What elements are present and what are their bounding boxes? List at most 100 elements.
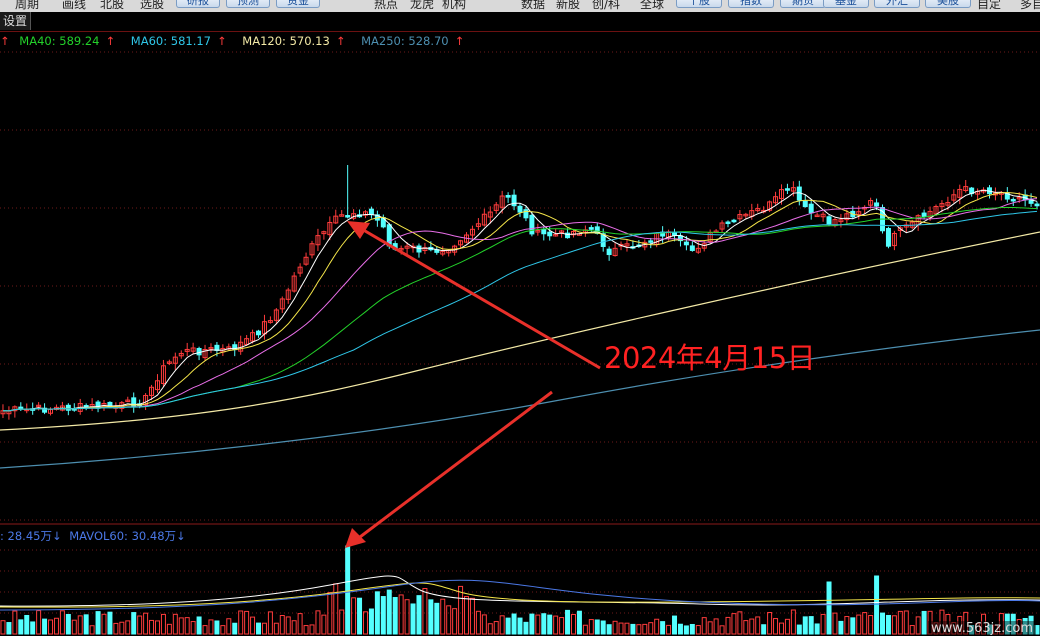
candle-body bbox=[345, 215, 351, 218]
volume-bar bbox=[149, 619, 155, 635]
volume-bar bbox=[107, 611, 113, 635]
volume-bar bbox=[773, 618, 779, 635]
volume-bar bbox=[582, 624, 588, 635]
volume-bar bbox=[291, 620, 297, 635]
candle-body bbox=[731, 219, 737, 223]
volume-bar bbox=[368, 608, 374, 635]
candle-body bbox=[802, 200, 808, 208]
volume-bar bbox=[297, 613, 303, 635]
candle-body bbox=[1010, 198, 1016, 202]
volume-bar bbox=[660, 621, 666, 635]
volume-bar bbox=[856, 614, 862, 635]
volume-bar bbox=[737, 611, 743, 635]
candle-body bbox=[784, 188, 790, 191]
volume-bar bbox=[303, 625, 309, 635]
candle-body bbox=[826, 216, 832, 225]
volume-bar bbox=[535, 614, 541, 635]
volume-bar bbox=[65, 613, 71, 635]
volume-bar bbox=[422, 588, 428, 635]
volume-bar bbox=[885, 614, 891, 635]
volume-bar bbox=[707, 621, 713, 635]
volume-bar bbox=[428, 599, 434, 635]
volume-bar bbox=[517, 617, 523, 635]
volume-bar bbox=[178, 617, 184, 635]
candle-body bbox=[874, 202, 880, 207]
volume-bar bbox=[113, 622, 119, 635]
volume-bar bbox=[357, 597, 363, 635]
volume-bar bbox=[232, 622, 238, 635]
volume-bar bbox=[416, 595, 422, 635]
volume-bar bbox=[0, 620, 6, 635]
volume-bar bbox=[909, 625, 915, 635]
volume-bar bbox=[458, 585, 464, 635]
candle-body bbox=[648, 240, 654, 243]
volume-bar bbox=[125, 620, 131, 635]
volume-bar bbox=[541, 613, 547, 635]
volume-bar bbox=[24, 614, 30, 635]
volume-bar bbox=[362, 611, 368, 635]
volume-bar bbox=[196, 616, 202, 635]
volume-bar bbox=[701, 617, 707, 635]
volume-bar bbox=[624, 622, 630, 635]
annotation-arrow bbox=[359, 226, 601, 370]
volume-bar bbox=[570, 613, 576, 635]
volume-bar bbox=[190, 621, 196, 635]
volume-bar bbox=[315, 610, 321, 635]
candle-body bbox=[921, 212, 927, 218]
date-annotation: 2024年4月15日 bbox=[604, 341, 816, 375]
volume-bar bbox=[6, 622, 12, 635]
candle-body bbox=[368, 208, 374, 216]
volume-bar bbox=[903, 610, 909, 635]
volume-bar bbox=[553, 615, 559, 635]
volume-bar bbox=[89, 625, 95, 635]
volume-bar bbox=[719, 625, 725, 635]
volume-bar bbox=[154, 620, 160, 635]
volume-bar bbox=[689, 623, 695, 635]
volume-bar bbox=[214, 620, 220, 635]
volume-bar bbox=[53, 617, 59, 635]
candle-body bbox=[725, 221, 731, 225]
volume-bar bbox=[874, 575, 880, 635]
volume-bar bbox=[820, 613, 826, 635]
volume-bar bbox=[749, 618, 755, 635]
volume-bar bbox=[487, 623, 493, 635]
volume-bar bbox=[891, 615, 897, 635]
volume-bar bbox=[244, 610, 250, 635]
volume-bar bbox=[868, 615, 874, 635]
volume-bar bbox=[523, 621, 529, 635]
candle-body bbox=[256, 330, 262, 336]
volume-bar bbox=[778, 622, 784, 635]
volume-bar bbox=[434, 602, 440, 635]
volume-bar bbox=[666, 624, 672, 635]
candle-body bbox=[505, 195, 511, 198]
volume-bar bbox=[95, 611, 101, 635]
volume-bar bbox=[143, 612, 149, 635]
candle-body bbox=[511, 194, 517, 207]
candle-body bbox=[689, 245, 695, 251]
volume-bar bbox=[594, 619, 600, 635]
volume-bar bbox=[42, 618, 48, 635]
candle-body bbox=[588, 227, 594, 230]
ma250-line bbox=[0, 329, 1040, 469]
arrowhead-icon bbox=[345, 528, 366, 548]
volume-bar bbox=[321, 614, 327, 635]
volume-legend: : 28.45万↓ MAVOL60: 30.48万↓ bbox=[0, 527, 186, 545]
annotation-arrow bbox=[355, 390, 553, 542]
candle-body bbox=[416, 245, 422, 253]
volume-bar bbox=[469, 597, 475, 635]
volume-bar bbox=[505, 617, 511, 635]
volume-bar bbox=[600, 620, 606, 635]
volume-bar bbox=[695, 625, 701, 635]
volume-bar bbox=[743, 620, 749, 635]
candle-body bbox=[885, 228, 891, 247]
volume-bar bbox=[446, 605, 452, 635]
volume-bar bbox=[565, 609, 571, 635]
volume-bar bbox=[48, 619, 54, 635]
volume-bar bbox=[547, 614, 553, 635]
volume-bar bbox=[499, 615, 505, 635]
volume-bar bbox=[880, 612, 886, 635]
volume-bar bbox=[493, 621, 499, 635]
volume-bar bbox=[725, 616, 731, 635]
candle-body bbox=[65, 404, 71, 411]
volume-bar bbox=[18, 619, 24, 635]
